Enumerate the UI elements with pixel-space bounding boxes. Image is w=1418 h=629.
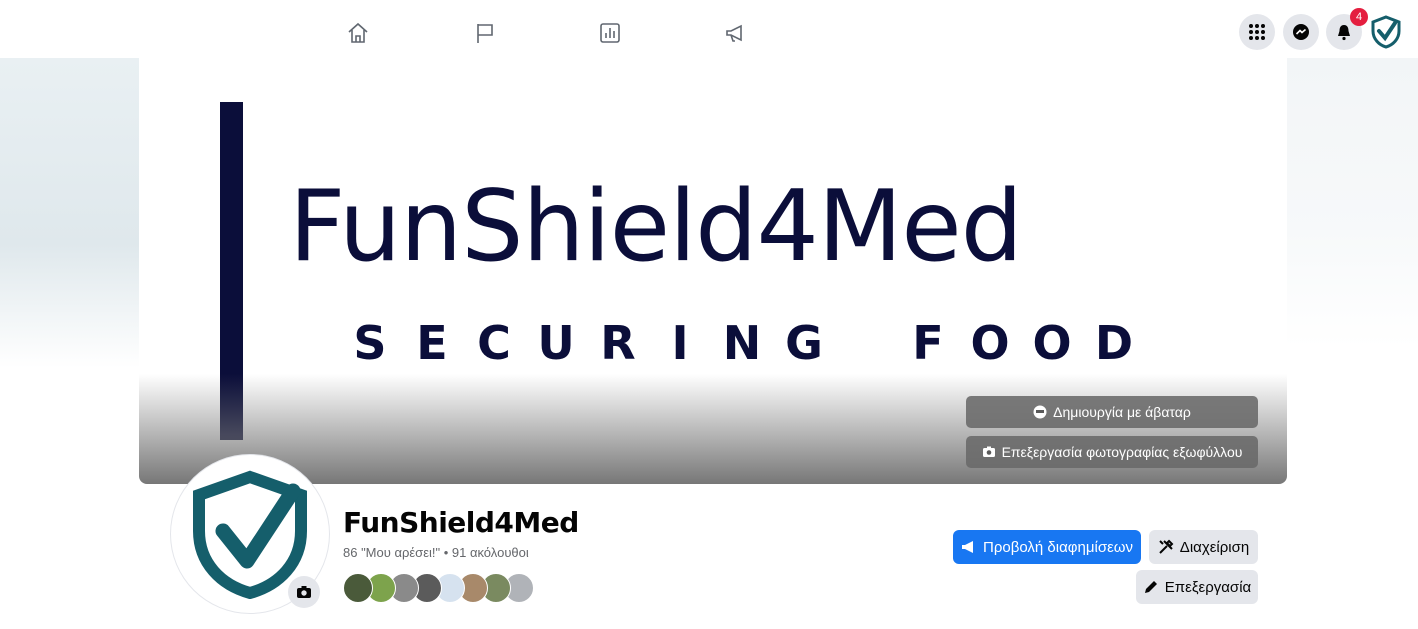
megaphone-icon[interactable]	[723, 20, 749, 46]
camera-icon	[297, 586, 311, 598]
cover-background-right	[1287, 58, 1418, 348]
create-avatar-label: Δημιουργία με άβαταρ	[1053, 404, 1191, 420]
edit-label: Επεξεργασία	[1164, 578, 1252, 596]
edit-cover-photo-label: Επεξεργασία φωτογραφίας εξωφύλλου	[1001, 444, 1243, 460]
grid-menu-icon[interactable]	[1239, 14, 1275, 50]
tagline-letter: S	[353, 316, 387, 370]
manage-button[interactable]: Διαχείριση	[1149, 530, 1258, 564]
create-avatar-button[interactable]: Δημιουργία με άβαταρ	[966, 396, 1258, 428]
notification-badge: 4	[1350, 8, 1368, 26]
avatar-icon	[1033, 405, 1047, 419]
tools-icon	[1159, 539, 1174, 554]
flag-icon[interactable]	[472, 20, 498, 46]
insights-icon[interactable]	[597, 20, 623, 46]
tagline-letter: C	[477, 316, 511, 370]
tagline-letter: N	[722, 316, 762, 370]
messenger-icon[interactable]	[1283, 14, 1319, 50]
home-icon[interactable]	[345, 20, 371, 46]
tagline-letter: F	[912, 316, 944, 370]
tagline-letter: O	[1032, 316, 1072, 370]
tagline-letter: D	[1094, 316, 1134, 370]
shield-check-icon[interactable]	[1368, 14, 1404, 50]
tagline-letter: G	[785, 316, 823, 370]
tagline-letter: O	[970, 316, 1010, 370]
promote-ads-label: Προβολή διαφημίσεων	[983, 538, 1133, 556]
pencil-icon	[1144, 581, 1157, 593]
cover-background-left	[0, 58, 140, 368]
tagline-letter: E	[416, 316, 448, 370]
page-title: FunShield4Med	[343, 506, 579, 539]
manage-label: Διαχείριση	[1179, 538, 1250, 556]
update-profile-picture-button[interactable]	[288, 576, 320, 608]
promote-ads-button[interactable]: Προβολή διαφημίσεων	[953, 530, 1141, 564]
tagline-letter: I	[671, 316, 689, 370]
edit-button[interactable]: Επεξεργασία	[1136, 570, 1258, 604]
tagline-letter: U	[537, 316, 575, 370]
tagline-letter: R	[600, 316, 636, 370]
megaphone-icon	[962, 541, 974, 553]
edit-cover-photo-button[interactable]: Επεξεργασία φωτογραφίας εξωφύλλου	[966, 436, 1258, 468]
top-navigation-bar: 4	[0, 0, 1418, 58]
cover-photo: FunShield4Med SECURING FOOD Δημιουργία μ…	[139, 58, 1287, 484]
cover-tagline: SECURING FOOD	[339, 316, 1145, 370]
page-stats[interactable]: 86 "Μου αρέσει!" • 91 ακόλουθοι	[343, 545, 529, 560]
camera-icon	[982, 446, 995, 457]
cover-title: FunShield4Med	[289, 170, 1023, 284]
fan-avatar[interactable]	[343, 573, 373, 603]
tagline-letter	[835, 316, 897, 370]
